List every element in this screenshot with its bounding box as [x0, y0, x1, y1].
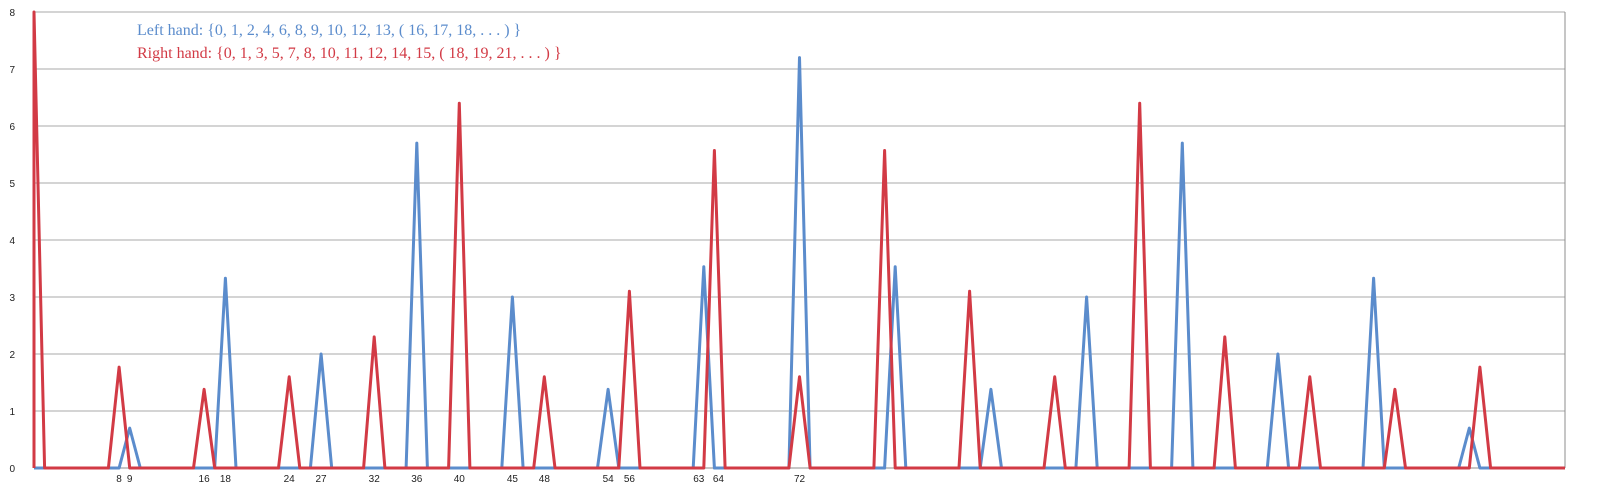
x-tick-label: 48 [539, 474, 551, 485]
legend-entry-left-hand: Left hand: {0, 1, 2, 4, 6, 8, 9, 10, 12,… [137, 22, 521, 39]
x-axis-tick-labels: 8 9 16 18 24 27 32 36 40 45 48 54 56 63 64 72 [116, 474, 805, 485]
y-tick-label: 4 [9, 236, 15, 247]
x-tick-label: 40 [454, 474, 466, 485]
y-tick-label: 1 [9, 407, 15, 418]
x-tick-label: 16 [199, 474, 211, 485]
y-tick-label: 0 [9, 464, 15, 475]
x-tick-label: 32 [369, 474, 381, 485]
x-tick-label: 45 [507, 474, 519, 485]
x-tick-label: 9 [127, 474, 133, 485]
y-tick-label: 6 [9, 122, 15, 133]
x-tick-label: 72 [794, 474, 806, 485]
x-tick-label: 18 [220, 474, 232, 485]
y-tick-label: 5 [9, 179, 15, 190]
y-tick-label: 2 [9, 350, 15, 361]
line-chart: 012345678 8 9 16 18 24 27 32 36 40 45 48 54 56 63 64 72… [0, 0, 1601, 500]
y-tick-label: 8 [9, 8, 15, 19]
legend-entry-right-hand: Right hand: {0, 1, 3, 5, 7, 8, 10, 11, 1… [137, 45, 562, 62]
x-tick-label: 64 [713, 474, 725, 485]
x-tick-label: 36 [411, 474, 423, 485]
x-tick-label: 8 [116, 474, 122, 485]
chart-container: 012345678 8 9 16 18 24 27 32 36 40 45 48 54 56 63 64 72… [0, 0, 1601, 500]
y-tick-label: 7 [9, 65, 15, 76]
x-tick-label: 56 [624, 474, 636, 485]
x-tick-label: 54 [603, 474, 615, 485]
x-tick-label: 63 [693, 474, 705, 485]
x-tick-label: 24 [284, 474, 296, 485]
x-tick-label: 27 [316, 474, 328, 485]
y-tick-label: 3 [9, 293, 15, 304]
